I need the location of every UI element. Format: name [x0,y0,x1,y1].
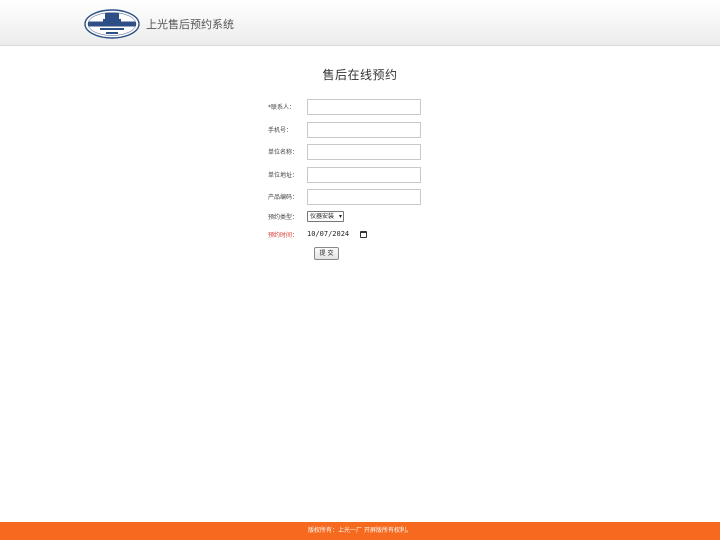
company-address-input[interactable] [307,167,421,183]
contact-row: *联系人： [0,99,720,117]
appointment-date-value: 10/07/2024 [307,230,350,238]
app-header: 上光售后预约系统 [0,0,720,46]
calendar-icon[interactable] [360,231,367,238]
appointment-time-row: 预约时间： 10/07/2024 [0,227,720,245]
contact-label: *联系人： [268,104,296,111]
app-title: 上光售后预约系统 [146,18,234,31]
company-address-row: 单位地址： [0,167,720,185]
phone-row: 手机号： [0,122,720,140]
chevron-down-icon: ▾ [338,213,342,220]
phone-label: 手机号： [268,127,293,134]
phone-input[interactable] [307,122,421,138]
submit-button[interactable]: 提 交 [314,247,339,260]
shanghai-optical-logo-icon [84,9,140,39]
company-name-row: 单位名称： [0,144,720,162]
product-code-label: 产品编码： [268,194,299,201]
product-code-input[interactable] [307,189,421,205]
product-code-row: 产品编码： [0,189,720,207]
company-name-input[interactable] [307,144,421,160]
appointment-type-label: 预约类型： [268,214,299,221]
company-name-label: 单位名称： [268,149,299,156]
page-title: 售后在线预约 [322,68,398,82]
appointment-type-value: 仪器安装 [310,213,335,220]
footer: 版权所有：上光一厂 开屏版所有权利。 [0,522,720,540]
appointment-time-label: 预约时间： [268,232,299,239]
appointment-type-row: 预约类型： 仪器安装 ▾ [0,209,720,227]
company-address-label: 单位地址： [268,172,299,179]
contact-input[interactable] [307,99,421,115]
footer-copyright: 版权所有：上光一厂 开屏版所有权利。 [308,527,412,534]
appointment-type-select[interactable]: 仪器安装 ▾ [307,211,344,222]
